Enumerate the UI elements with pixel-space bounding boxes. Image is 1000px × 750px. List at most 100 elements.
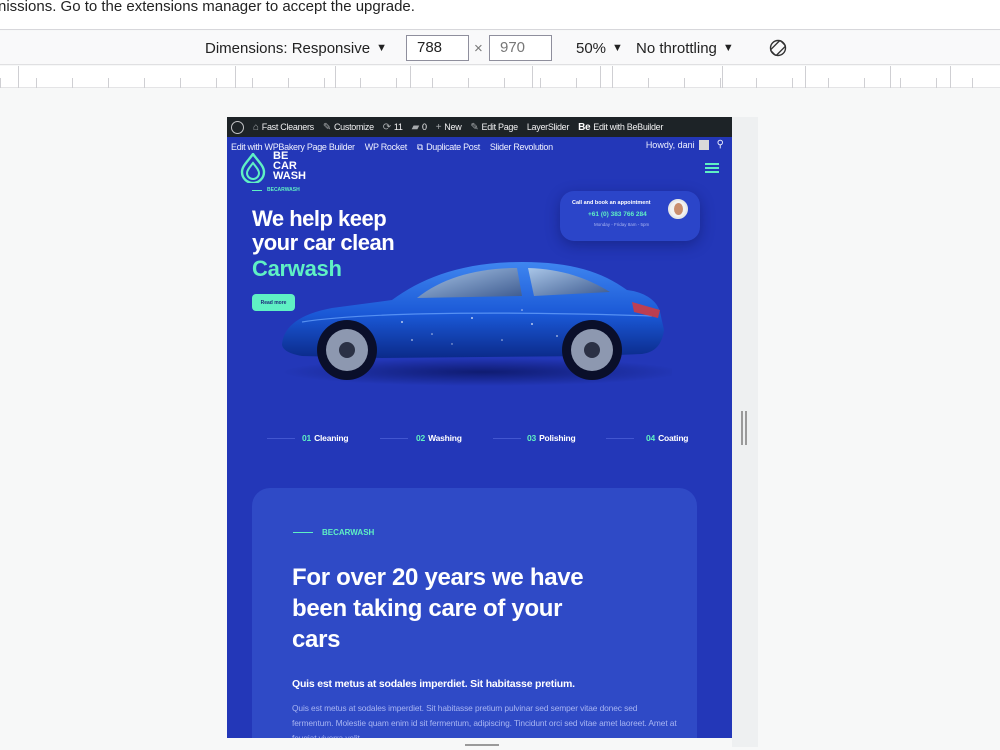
ruler-tick-minor	[144, 78, 145, 88]
site-logo[interactable]: BE CAR WASH	[273, 151, 306, 182]
ruler-tick-minor	[756, 78, 757, 88]
dimension-separator: ×	[474, 39, 483, 57]
ruler-tick-minor	[936, 78, 937, 88]
about-eyebrow: BECARWASH	[322, 528, 375, 537]
ruler-tick-minor	[720, 78, 721, 88]
ruler-tick	[890, 66, 891, 88]
ruler-tick-minor	[468, 78, 469, 88]
admin-bar-comments[interactable]: ▰ 0	[412, 122, 427, 133]
admin-bar-bebuilder[interactable]: Be Edit with BeBuilder	[578, 122, 663, 133]
step-polishing[interactable]: 03 Polishing	[527, 433, 576, 443]
admin-bar-wp-rocket[interactable]: WP Rocket	[365, 142, 407, 152]
admin-bar-new[interactable]: + New	[436, 122, 462, 133]
ruler-tick	[950, 66, 951, 88]
admin-bar-slider-revolution[interactable]: Slider Revolution	[490, 142, 553, 152]
ruler-tick-minor	[0, 78, 1, 88]
ruler-tick	[235, 66, 236, 88]
step-washing[interactable]: 02 Washing	[416, 433, 462, 443]
about-body: Quis est metus at sodales imperdiet. Sit…	[292, 703, 677, 738]
notice-text: nissions. Go to the extensions manager t…	[0, 0, 415, 15]
step-cleaning[interactable]: 01 Cleaning	[302, 433, 349, 443]
appointment-label: Call and book an appointment	[572, 200, 651, 206]
admin-bar-duplicate-post[interactable]: ⧉ Duplicate Post	[417, 142, 480, 153]
hero-title: We help keep your car clean	[252, 206, 395, 255]
dimensions-label: Dimensions: Responsive	[205, 39, 371, 57]
throttling-label: No throttling	[636, 39, 717, 57]
ruler-tick-minor	[396, 78, 397, 88]
ruler-tick-minor	[576, 78, 577, 88]
ruler-tick-minor	[432, 78, 433, 88]
throttling-dropdown[interactable]: No throttling ▼	[636, 31, 734, 65]
search-icon[interactable]: ⚲	[717, 139, 724, 150]
appointment-card[interactable]: Call and book an appointment +61 (0) 383…	[560, 191, 700, 241]
appointment-hours: Monday - Friday 8am - 5pm	[594, 222, 650, 227]
menu-icon[interactable]	[705, 163, 719, 173]
step-divider	[493, 438, 521, 439]
resize-handle-horizontal[interactable]	[465, 744, 499, 750]
eyebrow-line	[293, 532, 313, 533]
hero-eyebrow: BECARWASH	[267, 187, 300, 193]
refresh-icon: ⟳	[382, 121, 391, 133]
ruler-tick-minor	[900, 78, 901, 88]
step-divider	[606, 438, 634, 439]
ruler-tick-minor	[612, 78, 613, 88]
avatar	[698, 139, 709, 150]
logo-drop-icon[interactable]	[239, 153, 267, 183]
ruler-tick-minor	[972, 78, 973, 88]
ruler-tick-minor	[324, 78, 325, 88]
pencil-icon: ✎	[470, 121, 479, 133]
step-divider	[380, 438, 408, 439]
about-subtitle: Quis est metus at sodales imperdiet. Sit…	[292, 678, 575, 690]
viewport-width-input[interactable]: 788	[406, 35, 469, 61]
ruler-tick-minor	[180, 78, 181, 88]
ruler-tick-minor	[36, 78, 37, 88]
zoom-label: 50%	[576, 39, 607, 57]
ruler-tick-minor	[684, 78, 685, 88]
wordpress-icon[interactable]	[231, 120, 244, 134]
admin-bar-site[interactable]: ⌂ Fast Cleaners	[253, 122, 314, 133]
admin-bar-account[interactable]: Howdy, dani ⚲	[646, 139, 724, 150]
ruler-tick	[600, 66, 601, 88]
chevron-down-icon: ▼	[722, 42, 734, 54]
ruler-tick	[18, 66, 19, 88]
copy-icon: ⧉	[416, 141, 424, 152]
comment-icon: ▰	[411, 121, 420, 133]
ruler-tick	[335, 66, 336, 88]
chevron-down-icon: ▼	[612, 42, 623, 54]
car-image	[282, 262, 672, 386]
viewport-ruler	[0, 66, 1000, 88]
zoom-dropdown[interactable]: 50% ▼	[576, 31, 623, 65]
brush-icon: ✎	[322, 121, 331, 133]
appointment-phone[interactable]: +61 (0) 383 766 284	[588, 211, 647, 218]
resize-handle-vertical[interactable]	[741, 411, 747, 445]
ruler-tick-minor	[216, 78, 217, 88]
rotate-icon[interactable]	[768, 31, 788, 65]
viewport-height-input[interactable]: 970	[489, 35, 552, 61]
ruler-tick	[410, 66, 411, 88]
ruler-tick-minor	[540, 78, 541, 88]
be-icon: Be	[578, 121, 591, 133]
ruler-tick-minor	[792, 78, 793, 88]
ruler-tick	[532, 66, 533, 88]
ruler-tick-minor	[504, 78, 505, 88]
ruler-tick	[722, 66, 723, 88]
ruler-tick-minor	[252, 78, 253, 88]
admin-bar-layerslider[interactable]: LayerSlider	[527, 122, 570, 132]
admin-bar-customize[interactable]: ✎ Customize	[323, 122, 374, 133]
ruler-tick-minor	[72, 78, 73, 88]
ruler-tick-minor	[108, 78, 109, 88]
dashboard-icon: ⌂	[253, 121, 259, 133]
admin-bar-updates[interactable]: ⟳ 11	[383, 122, 403, 133]
dimensions-dropdown[interactable]: Dimensions: Responsive ▼	[205, 31, 387, 65]
ruler-tick-minor	[648, 78, 649, 88]
ruler-tick-minor	[288, 78, 289, 88]
eyebrow-line	[252, 190, 262, 191]
wp-admin-bar: ⌂ Fast Cleaners ✎ Customize ⟳ 11 ▰ 0 + New ✎ E…	[227, 117, 732, 137]
extension-upgrade-notice: nissions. Go to the extensions manager t…	[0, 0, 1000, 30]
admin-bar-edit-page[interactable]: ✎ Edit Page	[470, 121, 518, 133]
ruler-tick-minor	[864, 78, 865, 88]
step-coating[interactable]: 04 Coating	[646, 433, 688, 443]
responsive-design-toolbar: Dimensions: Responsive ▼ 788 × 970 50% ▼…	[0, 31, 1000, 65]
about-title: For over 20 years we have been taking ca…	[292, 564, 584, 653]
avatar	[668, 199, 688, 219]
